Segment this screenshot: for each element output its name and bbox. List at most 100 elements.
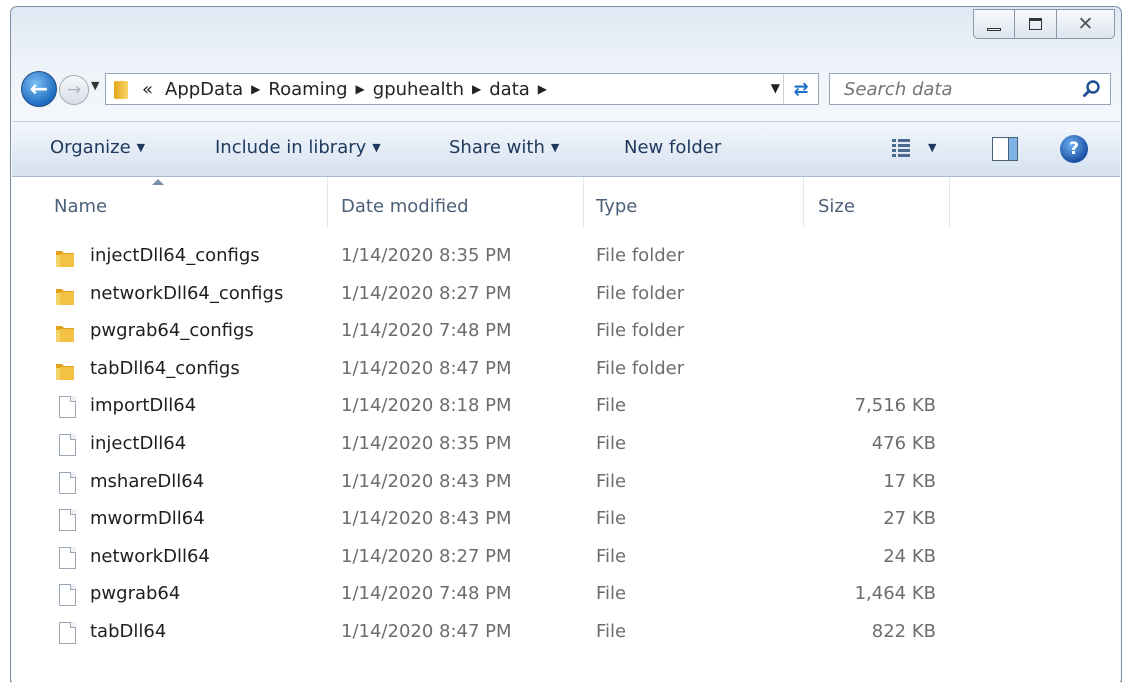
caption-buttons: ✕: [973, 9, 1115, 39]
file-name[interactable]: networkDll64_configs: [90, 283, 283, 304]
file-row[interactable]: pwgrab64_configs 1/14/2020 7:48 PM File fo…: [12, 314, 1120, 352]
new-folder-label: New folder: [624, 137, 722, 158]
file-date-modified: 1/14/2020 8:47 PM: [341, 357, 512, 379]
chevron-down-icon: ▼: [550, 141, 560, 154]
file-date-modified: 1/14/2020 8:47 PM: [341, 620, 512, 642]
file-type: File: [596, 620, 627, 642]
file-icon: [59, 621, 76, 644]
file-name[interactable]: mwormDll64: [90, 508, 205, 529]
file-size: 1,464 KB: [854, 583, 936, 605]
search-box[interactable]: [829, 73, 1111, 105]
file-row[interactable]: injectDll64_configs 1/14/2020 8:35 PM File…: [12, 239, 1120, 277]
include-in-library-button[interactable]: Include in library ▼: [215, 137, 381, 158]
address-row: ← → ▼ « AppData ▶ Roaming ▶ gpuhealth ▶ …: [21, 71, 1121, 107]
view-options-dropdown[interactable]: ▼: [928, 141, 936, 154]
refresh-icon: ⇄: [793, 78, 809, 100]
file-name[interactable]: injectDll64: [90, 433, 186, 454]
file-name[interactable]: mshareDll64: [90, 471, 204, 492]
forward-arrow-icon: →: [66, 80, 82, 100]
breadcrumb-appdata[interactable]: AppData: [165, 79, 243, 100]
breadcrumb-arrow-icon[interactable]: ▶: [472, 82, 481, 96]
file-row[interactable]: tabDll64 1/14/2020 8:47 PM File 822 KB: [12, 615, 1120, 653]
file-row[interactable]: importDll64 1/14/2020 8:18 PM File 7,516 KB: [12, 389, 1120, 427]
share-with-button[interactable]: Share with ▼: [449, 137, 559, 158]
folder-icon: [56, 363, 74, 380]
file-icon: [59, 509, 76, 532]
file-size: 476 KB: [871, 432, 936, 454]
file-name[interactable]: importDll64: [90, 395, 196, 416]
column-headers: Name Date modified Type Size: [12, 177, 1120, 227]
change-view-icon[interactable]: [892, 138, 910, 158]
folder-icon: [56, 326, 74, 343]
file-name[interactable]: tabDll64: [90, 621, 166, 642]
file-icon: [59, 433, 76, 456]
file-name[interactable]: pwgrab64_configs: [90, 320, 254, 341]
file-date-modified: 1/14/2020 8:43 PM: [341, 470, 512, 492]
file-row[interactable]: mwormDll64 1/14/2020 8:43 PM File 27 KB: [12, 502, 1120, 540]
breadcrumb-overflow[interactable]: «: [142, 79, 153, 100]
file-name[interactable]: tabDll64_configs: [90, 358, 240, 379]
file-size: 822 KB: [871, 620, 936, 642]
minimize-icon: [987, 27, 1001, 31]
file-size: 27 KB: [883, 508, 936, 530]
file-type: File folder: [596, 282, 685, 304]
file-row[interactable]: pwgrab64 1/14/2020 7:48 PM File 1,464 KB: [12, 577, 1120, 615]
file-name[interactable]: injectDll64_configs: [90, 245, 260, 266]
preview-pane-icon[interactable]: [992, 137, 1018, 161]
minimize-button[interactable]: [973, 9, 1015, 39]
breadcrumb-data[interactable]: data: [489, 79, 530, 100]
file-row[interactable]: networkDll64 1/14/2020 8:27 PM File 24 KB: [12, 540, 1120, 578]
file-size: 17 KB: [883, 470, 936, 492]
column-header-name[interactable]: Name: [12, 177, 328, 227]
sort-ascending-icon: [152, 179, 164, 185]
chevron-down-icon: ▼: [372, 141, 381, 154]
back-button[interactable]: ←: [21, 71, 57, 107]
breadcrumb-arrow-icon[interactable]: ▶: [356, 82, 365, 96]
column-header-size[interactable]: Size: [804, 177, 950, 227]
file-date-modified: 1/14/2020 7:48 PM: [341, 583, 512, 605]
column-header-type[interactable]: Type: [584, 177, 804, 227]
file-type: File: [596, 470, 627, 492]
breadcrumb-gpuhealth[interactable]: gpuhealth: [373, 79, 464, 100]
file-date-modified: 1/14/2020 8:27 PM: [341, 545, 512, 567]
file-name[interactable]: pwgrab64: [90, 583, 180, 604]
file-icon: [59, 396, 76, 419]
file-date-modified: 1/14/2020 8:35 PM: [341, 432, 512, 454]
file-date-modified: 1/14/2020 8:18 PM: [341, 395, 512, 417]
address-bar[interactable]: « AppData ▶ Roaming ▶ gpuhealth ▶ data ▶…: [105, 73, 819, 105]
breadcrumb-arrow-icon[interactable]: ▶: [251, 82, 260, 96]
file-row[interactable]: networkDll64_configs 1/14/2020 8:27 PM Fil…: [12, 277, 1120, 315]
close-button[interactable]: ✕: [1057, 9, 1115, 39]
file-name[interactable]: networkDll64: [90, 546, 210, 567]
breadcrumb-arrow-icon[interactable]: ▶: [538, 82, 547, 96]
maximize-button[interactable]: [1015, 9, 1057, 39]
folder-icon: [56, 288, 74, 305]
file-row[interactable]: tabDll64_configs 1/14/2020 8:47 PM File fo…: [12, 352, 1120, 390]
address-dropdown-icon[interactable]: ▼: [771, 81, 780, 95]
new-folder-button[interactable]: New folder: [624, 137, 721, 158]
column-header-size-label: Size: [818, 196, 855, 217]
folder-icon: [56, 251, 74, 267]
file-row[interactable]: mshareDll64 1/14/2020 8:43 PM File 17 KB: [12, 465, 1120, 503]
close-icon: ✕: [1077, 13, 1094, 35]
search-input[interactable]: [842, 77, 1076, 101]
folder-icon: [114, 79, 130, 99]
maximize-icon: [1029, 18, 1042, 30]
column-header-date-modified[interactable]: Date modified: [328, 177, 584, 227]
file-date-modified: 1/14/2020 7:48 PM: [341, 320, 512, 342]
recent-pages-dropdown[interactable]: ▼: [91, 79, 99, 92]
forward-button[interactable]: →: [59, 75, 89, 105]
chevron-down-icon: ▼: [136, 141, 146, 154]
file-icon: [59, 546, 76, 569]
share-with-label: Share with: [449, 137, 545, 158]
organize-button[interactable]: Organize ▼: [50, 137, 145, 158]
column-header-type-label: Type: [596, 196, 638, 217]
file-date-modified: 1/14/2020 8:35 PM: [341, 245, 512, 266]
file-icon: [59, 584, 76, 607]
file-row[interactable]: injectDll64 1/14/2020 8:35 PM File 476 KB: [12, 427, 1120, 465]
refresh-button[interactable]: ⇄: [783, 74, 818, 104]
help-icon[interactable]: ?: [1060, 135, 1088, 163]
breadcrumb-roaming[interactable]: Roaming: [268, 79, 347, 100]
search-icon[interactable]: [1082, 79, 1102, 99]
back-arrow-icon: ←: [29, 76, 49, 102]
